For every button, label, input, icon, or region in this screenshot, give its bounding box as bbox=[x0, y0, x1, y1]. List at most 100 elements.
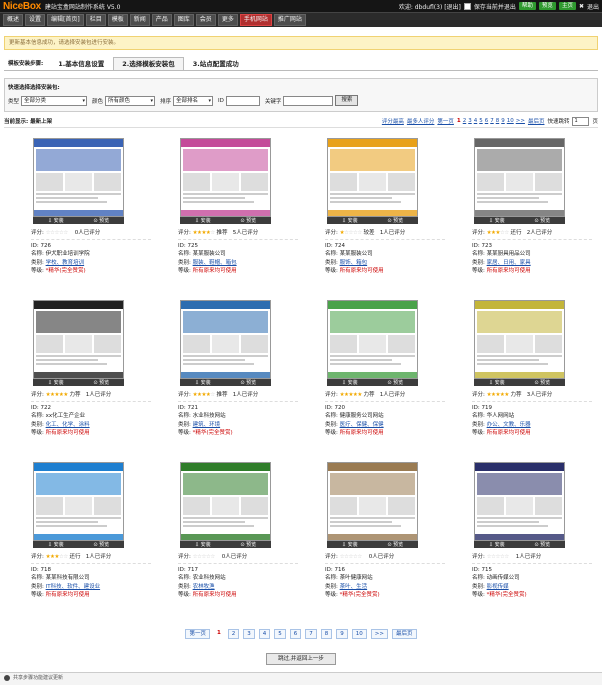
install-button[interactable]: ⇩ 安装 bbox=[48, 541, 64, 548]
template-thumbnail[interactable] bbox=[33, 300, 124, 379]
rating-stars[interactable]: ★☆☆☆☆ bbox=[340, 230, 363, 236]
preview-button[interactable]: ⊙ 预览 bbox=[240, 217, 256, 224]
template-thumbnail[interactable] bbox=[33, 138, 124, 217]
pagination-link[interactable]: 6 bbox=[289, 629, 302, 639]
menu-item-9[interactable]: 更多 bbox=[217, 14, 238, 26]
pagination-link[interactable]: >> bbox=[370, 629, 389, 639]
template-thumbnail[interactable] bbox=[327, 462, 418, 541]
pagination-link[interactable]: 7 bbox=[305, 629, 317, 639]
top-page-link[interactable]: 8 bbox=[496, 118, 500, 124]
top-page-link[interactable]: 4 bbox=[474, 118, 478, 124]
pagination-link[interactable]: 最后页 bbox=[392, 629, 417, 639]
install-button[interactable]: ⇩ 安装 bbox=[48, 379, 64, 386]
rating-stars[interactable]: ★★★★☆ bbox=[193, 392, 216, 398]
preview-button[interactable]: ⊙ 预览 bbox=[387, 217, 403, 224]
menu-item-3[interactable]: 栏目 bbox=[85, 14, 106, 26]
top-page-link[interactable]: 5 bbox=[479, 118, 483, 124]
save-exit-checkbox[interactable] bbox=[463, 2, 471, 10]
template-thumbnail[interactable] bbox=[474, 138, 565, 217]
preview-button[interactable]: ⊙ 预览 bbox=[240, 541, 256, 548]
preview-button[interactable]: ⊙ 预览 bbox=[93, 217, 109, 224]
step-choose-package[interactable]: 2.选择模板安装包 bbox=[113, 57, 184, 70]
menu-item-5[interactable]: 新闻 bbox=[129, 14, 150, 26]
template-thumbnail[interactable] bbox=[474, 462, 565, 541]
rating-stars[interactable]: ☆☆☆☆☆ bbox=[46, 230, 69, 236]
preview-button[interactable]: ⊙ 预览 bbox=[387, 379, 403, 386]
install-button[interactable]: ⇩ 安装 bbox=[489, 379, 505, 386]
template-thumbnail[interactable] bbox=[180, 300, 271, 379]
pagination-link[interactable]: 8 bbox=[320, 629, 333, 639]
top-page-link[interactable]: 1 bbox=[457, 118, 461, 124]
exit-link[interactable]: 退出 bbox=[587, 2, 599, 11]
preview-button[interactable]: ⊙ 预览 bbox=[387, 541, 403, 548]
homepage-button[interactable]: 主页 bbox=[558, 2, 576, 10]
menu-item-2[interactable]: 编辑[首页] bbox=[47, 14, 84, 26]
last-page-link[interactable]: 最后页 bbox=[528, 117, 545, 125]
pagination-link[interactable]: 第一页 bbox=[185, 629, 210, 639]
install-button[interactable]: ⇩ 安装 bbox=[195, 541, 211, 548]
pagination-link[interactable]: 9 bbox=[336, 629, 348, 639]
skip-back-button[interactable]: 跳过,并返回上一步 bbox=[266, 653, 336, 665]
top-page-link[interactable]: 10 bbox=[507, 118, 514, 124]
top-page-link[interactable]: 9 bbox=[501, 118, 505, 124]
jump-page-select[interactable]: 1 bbox=[572, 116, 590, 126]
first-page-link[interactable]: 第一页 bbox=[437, 117, 454, 125]
menu-item-1[interactable]: 设置 bbox=[25, 14, 46, 26]
install-button[interactable]: ⇩ 安装 bbox=[48, 217, 64, 224]
pagination-link[interactable]: 10 bbox=[351, 629, 367, 639]
menu-item-7[interactable]: 图库 bbox=[173, 14, 194, 26]
preview-site-button[interactable]: 预览 bbox=[538, 2, 556, 10]
type-select[interactable]: 全部分类 bbox=[21, 95, 88, 106]
pagination-link[interactable]: 3 bbox=[243, 629, 255, 639]
step-basic-info[interactable]: 1.基本信息设置 bbox=[49, 57, 113, 70]
welcome-text[interactable]: 欢迎: dbdufl(3) [退出] bbox=[399, 2, 461, 11]
color-select[interactable]: 所有颜色 bbox=[105, 95, 156, 106]
preview-button[interactable]: ⊙ 预览 bbox=[534, 379, 550, 386]
top-page-link[interactable]: 6 bbox=[485, 118, 489, 124]
rating-stars[interactable]: ☆☆☆☆☆ bbox=[193, 554, 216, 560]
install-button[interactable]: ⇩ 安装 bbox=[342, 217, 358, 224]
preview-button[interactable]: ⊙ 预览 bbox=[534, 541, 550, 548]
rating-stars[interactable]: ☆☆☆☆☆ bbox=[487, 554, 510, 560]
rating-stars[interactable]: ★★★★☆ bbox=[193, 230, 216, 236]
nicebox-logo[interactable]: NiceBox bbox=[3, 1, 41, 12]
rating-stars[interactable]: ★★★☆☆ bbox=[46, 554, 69, 560]
template-thumbnail[interactable] bbox=[327, 138, 418, 217]
preview-button[interactable]: ⊙ 预览 bbox=[93, 379, 109, 386]
install-button[interactable]: ⇩ 安装 bbox=[342, 379, 358, 386]
install-button[interactable]: ⇩ 安装 bbox=[489, 541, 505, 548]
preview-button[interactable]: ⊙ 预览 bbox=[240, 379, 256, 386]
pagination-link[interactable]: 5 bbox=[274, 629, 286, 639]
install-button[interactable]: ⇩ 安装 bbox=[195, 379, 211, 386]
install-button[interactable]: ⇩ 安装 bbox=[489, 217, 505, 224]
sort-by-score-link[interactable]: 评分最高 bbox=[382, 117, 404, 125]
template-thumbnail[interactable] bbox=[180, 462, 271, 541]
top-page-link[interactable]: 3 bbox=[468, 118, 472, 124]
menu-item-11[interactable]: 推广网站 bbox=[273, 14, 306, 26]
pagination-link[interactable]: 1 bbox=[214, 629, 224, 639]
top-page-link[interactable]: >> bbox=[516, 118, 525, 124]
install-button[interactable]: ⇩ 安装 bbox=[195, 217, 211, 224]
top-page-link[interactable]: 7 bbox=[490, 118, 494, 124]
step-site-config[interactable]: 3.站点配置成功 bbox=[184, 57, 248, 70]
rating-stars[interactable]: ★★★★★ bbox=[487, 392, 510, 398]
rating-stars[interactable]: ★★★★★ bbox=[46, 392, 69, 398]
rating-stars[interactable]: ☆☆☆☆☆ bbox=[340, 554, 363, 560]
top-page-link[interactable]: 2 bbox=[463, 118, 467, 124]
menu-item-6[interactable]: 产品 bbox=[151, 14, 172, 26]
id-input[interactable] bbox=[225, 95, 260, 106]
sort-by-votes-link[interactable]: 最多人评分 bbox=[407, 117, 435, 125]
install-button[interactable]: ⇩ 安装 bbox=[342, 541, 358, 548]
menu-item-4[interactable]: 模板 bbox=[107, 14, 128, 26]
pagination-link[interactable]: 2 bbox=[227, 629, 240, 639]
sort-select[interactable]: 全部排名 bbox=[173, 95, 214, 106]
template-thumbnail[interactable] bbox=[180, 138, 271, 217]
template-thumbnail[interactable] bbox=[474, 300, 565, 379]
preview-button[interactable]: ⊙ 预览 bbox=[93, 541, 109, 548]
menu-item-8[interactable]: 会员 bbox=[195, 14, 216, 26]
menu-item-10[interactable]: 手机网站 bbox=[239, 14, 272, 26]
help-button[interactable]: 帮助 bbox=[518, 2, 536, 10]
template-thumbnail[interactable] bbox=[33, 462, 124, 541]
menu-item-0[interactable]: 概述 bbox=[3, 14, 24, 26]
preview-button[interactable]: ⊙ 预览 bbox=[534, 217, 550, 224]
